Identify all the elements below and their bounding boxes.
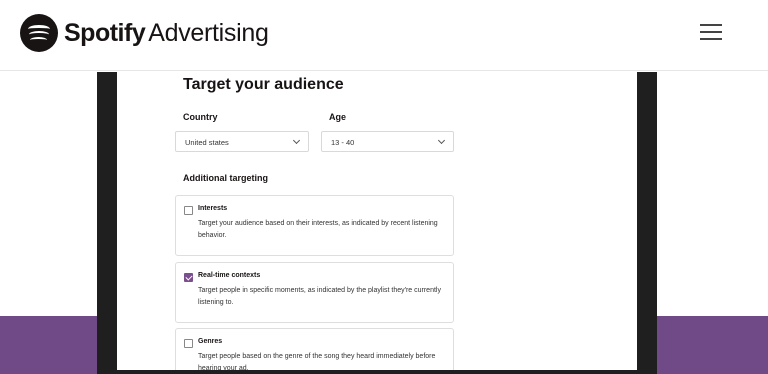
additional-targeting-label: Additional targeting <box>183 173 268 183</box>
age-label: Age <box>329 112 347 122</box>
option-title: Interests <box>198 205 228 212</box>
spotify-advertising-logo[interactable]: Spotify Advertising <box>20 14 269 52</box>
chevron-down-icon <box>292 136 301 145</box>
country-select[interactable]: United states <box>175 131 309 152</box>
option-title: Real-time contexts <box>198 272 261 279</box>
targeting-option-interests[interactable]: Interests Target your audience based on … <box>175 195 454 256</box>
brand-name: Spotify <box>64 18 146 47</box>
country-label: Country <box>183 112 218 122</box>
targeting-option-real-time-contexts[interactable]: Real-time contexts Target people in spec… <box>175 262 454 323</box>
brand-sub: Advertising <box>148 18 269 47</box>
age-select[interactable]: 13 - 40 <box>321 131 454 152</box>
country-value: United states <box>185 138 229 147</box>
device-screen: Target your audience Country United stat… <box>117 72 637 370</box>
form-title: Target your audience <box>183 76 344 93</box>
chevron-down-icon <box>437 136 446 145</box>
interests-checkbox[interactable] <box>184 206 193 215</box>
option-title: Genres <box>198 338 223 345</box>
real-time-contexts-checkbox[interactable] <box>184 273 193 282</box>
option-description: Target people based on the genre of the … <box>198 353 436 370</box>
genres-checkbox[interactable] <box>184 339 193 348</box>
age-value: 13 - 40 <box>331 138 355 147</box>
spotify-logo-icon <box>20 14 58 52</box>
site-header: Spotify Advertising <box>0 0 768 71</box>
option-description: Target your audience based on their inte… <box>198 220 438 239</box>
hamburger-menu-icon[interactable] <box>700 24 722 40</box>
option-description: Target people in specific moments, as in… <box>198 287 441 306</box>
targeting-option-genres[interactable]: Genres Target people based on the genre … <box>175 328 454 370</box>
